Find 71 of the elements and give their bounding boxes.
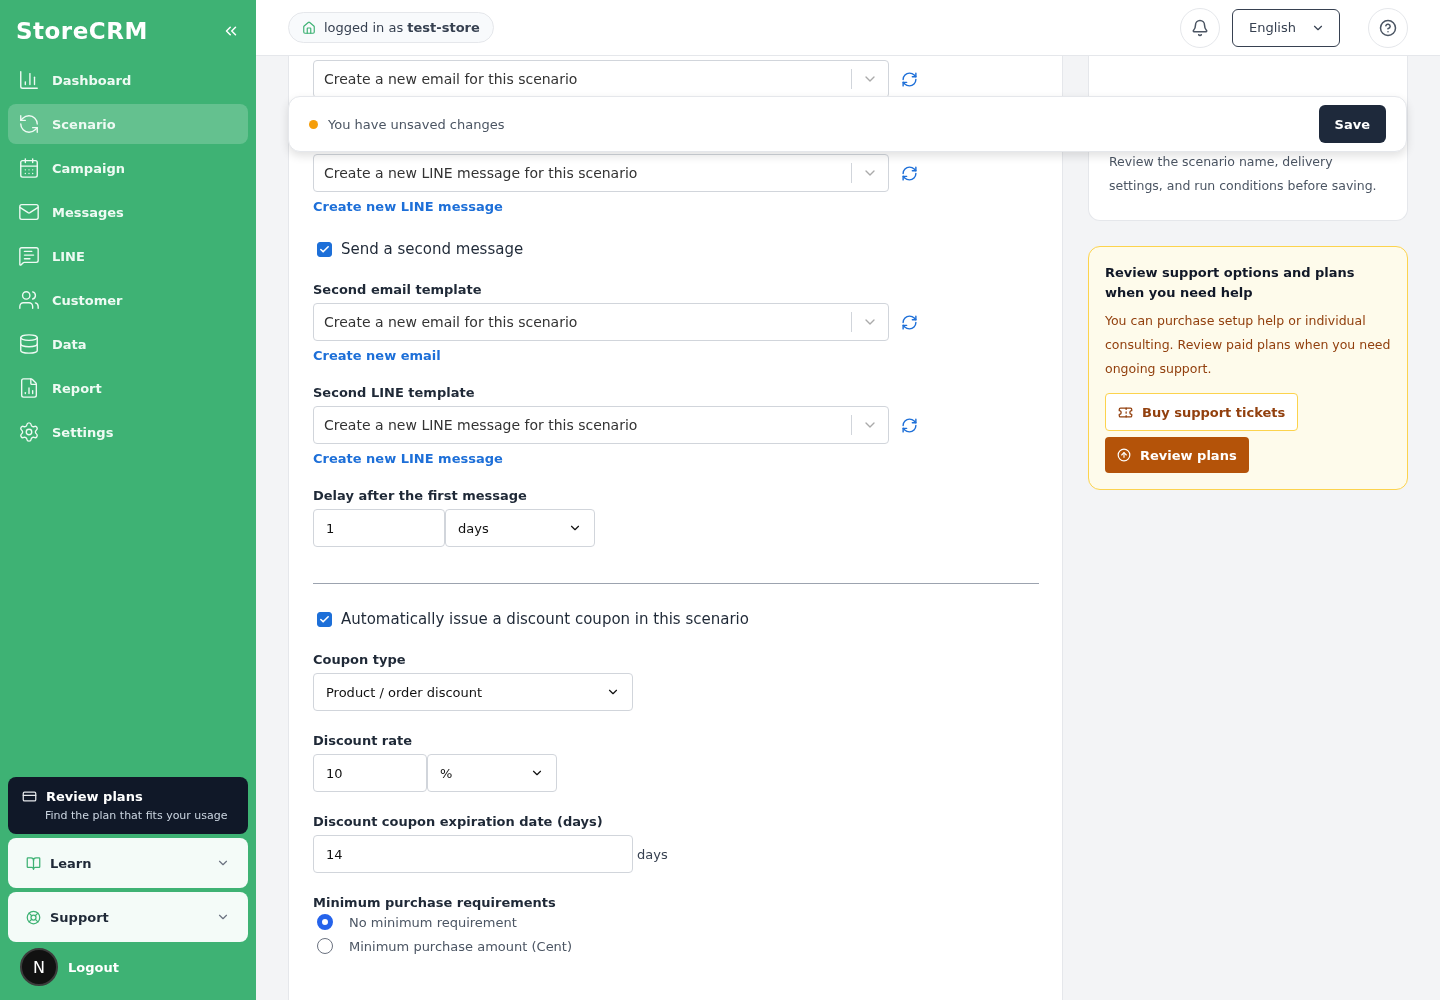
field-label: Coupon type: [313, 652, 407, 667]
refresh-icon[interactable]: [901, 70, 918, 88]
info-text: Review the scenario name, delivery settings, and run conditions before saving.: [1109, 153, 1378, 195]
unit-select[interactable]: %: [427, 754, 557, 792]
create-line-link[interactable]: Create new LINE message: [313, 451, 503, 466]
avatar-circle[interactable]: N: [20, 948, 58, 986]
calendar-icon: [18, 157, 40, 179]
mail-icon: [18, 201, 40, 223]
banner-title: Review plans: [46, 789, 143, 804]
template-select[interactable]: Create a new email for this scenario: [313, 303, 889, 341]
checkbox-label: Send a second message: [341, 240, 524, 258]
check-icon: [319, 613, 330, 625]
check-icon: [319, 243, 330, 255]
lifebuoy-icon: [26, 909, 41, 925]
chat-bubble-icon: [18, 245, 40, 267]
book-icon: [26, 855, 41, 871]
field-label: Minimum purchase requirements: [313, 895, 557, 910]
radio-button[interactable]: [317, 914, 333, 930]
status-dot: [309, 119, 318, 129]
checkbox[interactable]: [317, 611, 332, 627]
radio-label: No minimum requirement: [349, 914, 517, 930]
support-title: Review support options and plans when you need help: [1105, 264, 1356, 302]
bar-chart-icon: [18, 69, 40, 91]
buy-tickets-button[interactable]: Buy support tickets: [1105, 393, 1299, 431]
support-text: You can purchase setup help or individual consulting. Review paid plans when you need ongoing support.: [1105, 312, 1391, 378]
settings-icon: [18, 421, 40, 443]
template-select[interactable]: Create a new LINE message for this scenario: [313, 154, 889, 192]
ticket-icon: [1118, 404, 1133, 420]
template-select[interactable]: Create a new LINE message for this scenario: [313, 406, 889, 444]
database-icon: [18, 333, 40, 355]
unit-text: days: [637, 846, 668, 862]
create-line-link[interactable]: Create new LINE message: [313, 199, 503, 214]
template-select[interactable]: Create a new email for this scenario: [313, 60, 889, 98]
help-button[interactable]: [1368, 7, 1408, 48]
field-label: Second LINE template: [313, 385, 476, 400]
card-icon: [22, 789, 37, 804]
field-label: Second email template: [313, 282, 483, 297]
unsaved-message: You have unsaved changes: [328, 116, 506, 132]
report-icon: [18, 377, 40, 399]
field-label: Discount rate: [313, 733, 414, 748]
refresh-icon[interactable]: [901, 416, 918, 434]
refresh-icon[interactable]: [901, 164, 918, 182]
coupon-type-select[interactable]: Product / order discount: [313, 673, 633, 711]
language-select[interactable]: English: [1232, 8, 1340, 47]
login-text: logged in as test-store: [324, 20, 480, 35]
bell-icon: [1191, 18, 1209, 37]
brand-logo: StoreCRM: [16, 18, 148, 44]
plans-banner[interactable]: Review plans Find the plan that fits your usage: [8, 777, 248, 834]
accordion-toggle[interactable]: Support: [8, 892, 248, 942]
help-icon: [1379, 18, 1397, 37]
delay-input[interactable]: 1: [313, 509, 445, 547]
save-button[interactable]: Save: [1318, 105, 1386, 143]
refresh-icon: [18, 113, 40, 135]
review-plans-button[interactable]: Review plans: [1105, 437, 1249, 473]
unit-select[interactable]: days: [445, 509, 595, 547]
radio-button[interactable]: [317, 938, 333, 954]
accordion-toggle[interactable]: Learn: [8, 838, 248, 888]
radio-label: Minimum purchase amount (Cent): [349, 938, 573, 954]
rate-input[interactable]: 10: [313, 754, 427, 792]
expiration-input[interactable]: 14: [313, 835, 633, 873]
checkbox-label: Automatically issue a discount coupon in this scenario: [341, 610, 749, 628]
field-label: Delay after the first message: [313, 488, 528, 503]
field-label: Discount coupon expiration date (days): [313, 814, 604, 829]
banner-subtitle: Find the plan that fits your usage: [45, 809, 229, 822]
home-icon: [302, 20, 316, 35]
notifications-button[interactable]: [1180, 7, 1220, 48]
users-icon: [18, 289, 40, 311]
checkbox[interactable]: [317, 241, 332, 257]
arrow-up-circle-icon: [1117, 448, 1131, 462]
refresh-icon[interactable]: [901, 313, 918, 331]
create-email-link[interactable]: Create new email: [313, 348, 441, 363]
